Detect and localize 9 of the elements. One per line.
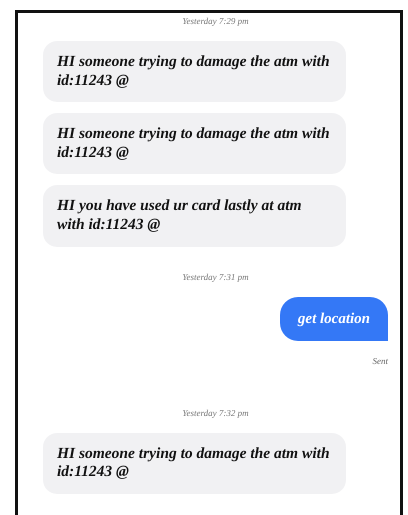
sent-status: Sent: [372, 355, 388, 368]
timestamp: Yesterday 7:29 pm: [181, 15, 250, 28]
outgoing-message: get location: [280, 296, 388, 342]
timestamp: Yesterday 7:31 pm: [181, 270, 250, 284]
incoming-message: HI someone trying to damage the atm with id:11243 @: [43, 113, 346, 174]
incoming-message: HI someone trying to damage the atm with id:11243 @: [43, 432, 346, 494]
incoming-message: HI you have used ur card lastly at atm with id:11243 @: [43, 185, 346, 247]
timestamp: Yesterday 7:32 pm: [181, 406, 250, 420]
incoming-message: HI someone trying to damage the atm with id:11243 @: [43, 41, 346, 102]
